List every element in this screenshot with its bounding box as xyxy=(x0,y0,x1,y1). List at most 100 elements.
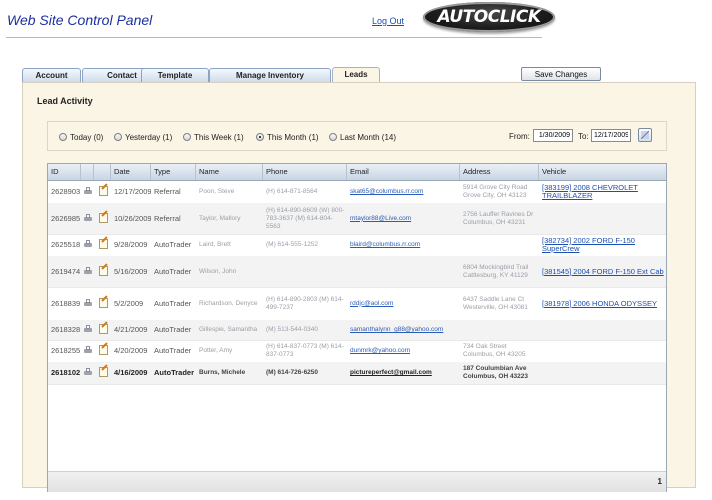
col-address[interactable]: Address xyxy=(460,164,539,180)
lead-address xyxy=(463,234,539,256)
vehicle-cell: [381545] 2004 FORD F-150 Ext Cab xyxy=(542,256,664,287)
lead-name: Burns, Michele xyxy=(199,369,246,376)
col-id[interactable]: ID xyxy=(48,164,81,180)
col-email[interactable]: Email xyxy=(347,164,460,180)
lead-type: AutoTrader xyxy=(154,325,192,334)
edit-icon[interactable] xyxy=(99,239,108,249)
lead-email-link[interactable] xyxy=(350,256,460,287)
print-icon[interactable] xyxy=(83,240,93,249)
table-row[interactable]: 2618839 5/2/2009 AutoTrader Richardson, … xyxy=(48,287,666,321)
search-go-icon[interactable] xyxy=(638,128,652,142)
lead-phone: (M) 614-555-1252 xyxy=(266,241,319,248)
col-date[interactable]: Date xyxy=(111,164,151,180)
table-row[interactable]: 2618255 4/20/2009 AutoTrader Potter, Amy… xyxy=(48,340,666,363)
leads-panel: Lead Activity Today (0) Yesterday (1) Th… xyxy=(22,82,696,492)
leads-table: ID Date Type Name Phone Email Address Ve… xyxy=(47,163,667,492)
lead-phone: (H) 614-871-8564 xyxy=(266,188,318,195)
logout-link[interactable]: Log Out xyxy=(372,16,404,26)
lead-email-link[interactable]: pictureperfect@gmail.com xyxy=(350,362,460,384)
section-title: Lead Activity xyxy=(37,96,93,106)
filter-yesterday-label: Yesterday (1) xyxy=(125,132,173,142)
save-changes-button[interactable]: Save Changes xyxy=(521,67,601,81)
lead-date: 4/21/2009 xyxy=(114,325,148,334)
lead-address xyxy=(463,320,539,340)
vehicle-cell: [381978] 2006 HONDA ODYSSEY xyxy=(542,287,664,320)
edit-icon[interactable] xyxy=(99,324,108,334)
print-icon[interactable] xyxy=(83,299,93,308)
vehicle-cell: [383199] 2008 CHEVROLET TRAILBLAZER xyxy=(542,181,664,203)
lead-email-link[interactable]: rddjc@aol.com xyxy=(350,287,460,320)
edit-icon[interactable] xyxy=(99,266,108,276)
tab-leads[interactable]: Leads xyxy=(332,67,380,83)
table-footer: 1 xyxy=(48,471,666,492)
filter-last-month-label: Last Month (14) xyxy=(340,132,397,142)
filter-today[interactable]: Today (0) xyxy=(59,131,103,143)
filter-this-month-label: This Month (1) xyxy=(267,132,319,142)
to-date-input[interactable] xyxy=(591,129,631,142)
edit-icon[interactable] xyxy=(99,367,108,377)
lead-name: Potter, Amy xyxy=(199,347,233,354)
radio-icon[interactable] xyxy=(59,133,67,141)
lead-email-link[interactable]: skat65@columbus.rr.com xyxy=(350,181,460,203)
tab-account[interactable]: Account xyxy=(22,68,81,82)
lead-address: 2756 Lauffer Ravines Dr Columbus, OH 432… xyxy=(463,210,534,226)
lead-email-link[interactable]: dunmrk@yahoo.com xyxy=(350,340,460,362)
lead-phone xyxy=(266,256,347,287)
edit-icon[interactable] xyxy=(99,186,108,196)
lead-id: 2618328 xyxy=(51,325,81,334)
print-icon[interactable] xyxy=(83,325,93,334)
print-icon[interactable] xyxy=(83,368,93,377)
table-row[interactable]: 2619474 5/16/2009 AutoTrader Wilson, Joh… xyxy=(48,256,666,288)
print-icon[interactable] xyxy=(83,267,93,276)
lead-email-link[interactable]: blaird@columbus.rr.com xyxy=(350,234,460,256)
radio-icon[interactable] xyxy=(114,133,122,141)
print-icon[interactable] xyxy=(83,346,93,355)
lead-email-link[interactable]: mtaylor88@Live.com xyxy=(350,203,460,234)
col-phone[interactable]: Phone xyxy=(263,164,347,180)
lead-phone: (H) 614-890-8609 (W) 800-783-3637 (M) 61… xyxy=(266,206,345,230)
table-row[interactable]: 2626985 10/26/2009 Referral Taylor, Mall… xyxy=(48,203,666,235)
vehicle-cell xyxy=(542,362,664,384)
lead-id: 2625518 xyxy=(51,240,81,249)
tab-template[interactable]: Template xyxy=(141,68,209,82)
vehicle-link[interactable]: [381978] 2006 HONDA ODYSSEY xyxy=(542,299,657,308)
tab-manage-inventory[interactable]: Manage Inventory xyxy=(209,68,331,82)
vehicle-link[interactable]: [382734] 2002 FORD F-150 SuperCrew xyxy=(542,237,664,253)
print-icon[interactable] xyxy=(83,187,93,196)
vehicle-cell: [382734] 2002 FORD F-150 SuperCrew xyxy=(542,234,664,256)
from-label: From: xyxy=(509,132,530,141)
table-row[interactable]: 2618102 4/16/2009 AutoTrader Burns, Mich… xyxy=(48,362,666,385)
edit-icon[interactable] xyxy=(99,298,108,308)
vehicle-link[interactable]: [383199] 2008 CHEVROLET TRAILBLAZER xyxy=(542,184,664,200)
lead-address: 5914 Grove City Road Grove City, OH 4312… xyxy=(463,184,528,199)
col-type[interactable]: Type xyxy=(151,164,196,180)
print-icon[interactable] xyxy=(83,214,93,223)
filter-this-month[interactable]: This Month (1) xyxy=(256,131,319,143)
from-date-input[interactable] xyxy=(533,129,573,142)
vehicle-link[interactable]: [381545] 2004 FORD F-150 Ext Cab xyxy=(542,267,664,276)
to-label: To: xyxy=(578,132,589,141)
filter-yesterday[interactable]: Yesterday (1) xyxy=(114,131,172,143)
header-divider xyxy=(6,37,542,38)
lead-type: Referral xyxy=(154,187,181,196)
edit-icon[interactable] xyxy=(99,345,108,355)
table-row[interactable]: 2625518 9/28/2009 AutoTrader Laird, Bret… xyxy=(48,234,666,257)
table-row[interactable]: 2628903 12/17/2009 Referral Poon, Steve … xyxy=(48,181,666,204)
table-header: ID Date Type Name Phone Email Address Ve… xyxy=(48,164,666,181)
lead-name: Poon, Steve xyxy=(199,188,235,195)
radio-icon[interactable] xyxy=(329,133,337,141)
col-name[interactable]: Name xyxy=(196,164,263,180)
lead-name: Laird, Brett xyxy=(199,241,231,248)
lead-email-link[interactable]: samanthalynn_g88@yahoo.com xyxy=(350,320,460,340)
table-row[interactable]: 2618328 4/21/2009 AutoTrader Gillespie, … xyxy=(48,320,666,341)
lead-id: 2618255 xyxy=(51,346,81,355)
lead-type: AutoTrader xyxy=(154,240,192,249)
lead-address: 187 Coulumbian Ave Columbus, OH 43223 xyxy=(463,365,529,380)
filter-last-month[interactable]: Last Month (14) xyxy=(329,131,396,143)
radio-icon[interactable] xyxy=(183,133,191,141)
edit-icon[interactable] xyxy=(99,213,108,223)
radio-selected-icon[interactable] xyxy=(256,133,264,141)
filter-this-week[interactable]: This Week (1) xyxy=(183,131,244,143)
page-number[interactable]: 1 xyxy=(658,477,662,486)
col-vehicle[interactable]: Vehicle xyxy=(539,164,666,180)
